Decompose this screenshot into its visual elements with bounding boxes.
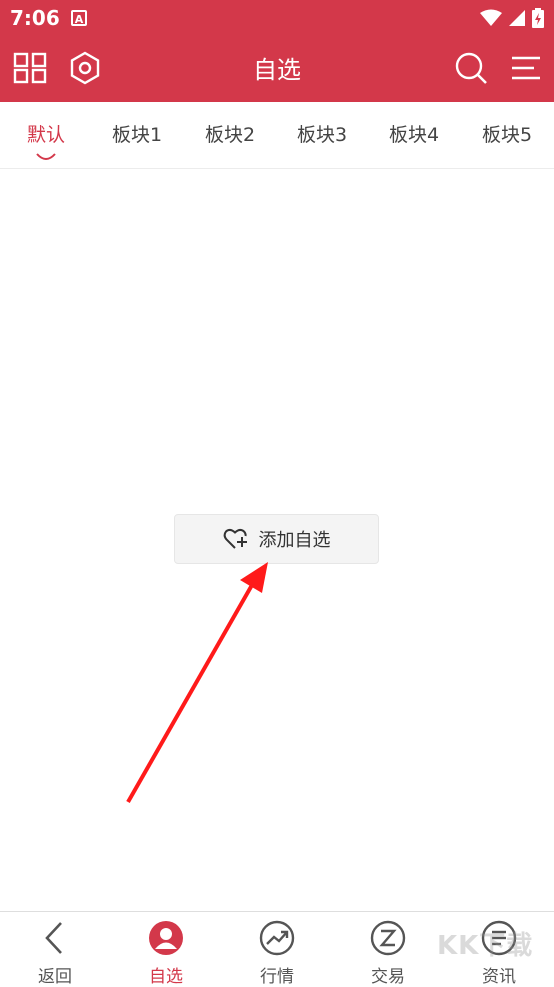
nav-label: 返回 <box>38 967 72 987</box>
nav-back[interactable]: 返回 <box>0 912 110 987</box>
nav-label: 自选 <box>149 967 183 987</box>
person-icon <box>149 921 183 955</box>
annotation-arrow <box>126 562 268 803</box>
nav-label: 资讯 <box>482 967 516 987</box>
nav-market[interactable]: 行情 <box>222 912 332 987</box>
nav-label: 交易 <box>371 967 405 987</box>
nav-label: 行情 <box>260 967 294 987</box>
watermark: KK下载 <box>437 931 534 961</box>
nav-watchlist[interactable]: 自选 <box>111 912 221 987</box>
trend-icon <box>259 920 295 956</box>
exchange-icon <box>370 920 406 956</box>
nav-trade[interactable]: 交易 <box>333 912 443 987</box>
back-icon <box>45 922 62 954</box>
